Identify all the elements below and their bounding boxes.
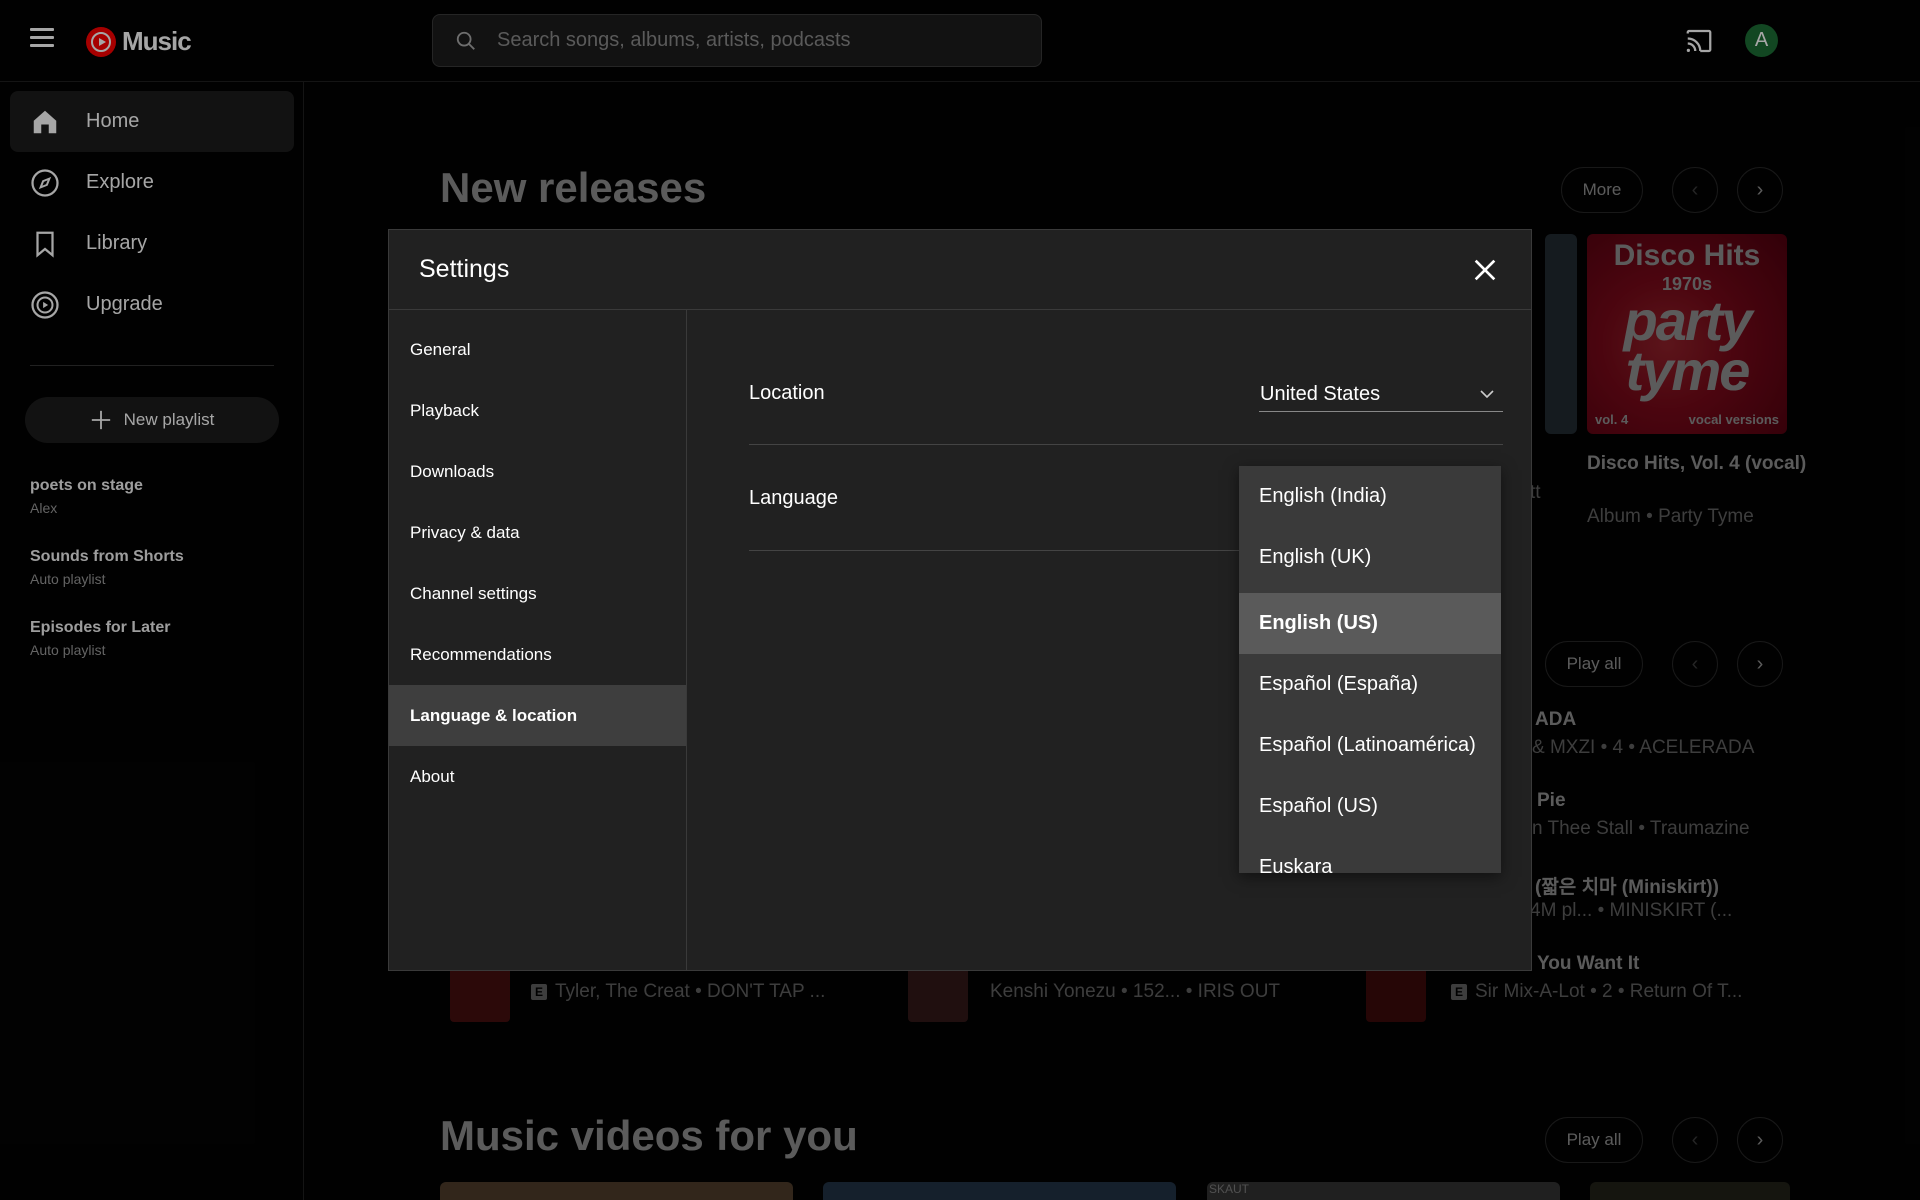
row-divider [749,444,1503,445]
settings-nav: General Playback Downloads Privacy & dat… [389,310,687,970]
language-dropdown[interactable]: English (India) English (UK) English (US… [1239,466,1501,873]
chevron-down-icon [1480,390,1494,399]
language-option[interactable]: Español (Latinoamérica) [1239,715,1501,776]
location-select[interactable]: United States [1259,378,1503,412]
settings-tab-recommendations[interactable]: Recommendations [389,624,686,685]
location-label: Location [749,382,825,404]
settings-tab-language-location[interactable]: Language & location [389,685,686,746]
dialog-title: Settings [419,255,510,283]
language-option[interactable]: Euskara [1239,837,1501,873]
settings-tab-privacy[interactable]: Privacy & data [389,502,686,563]
language-option[interactable]: English (UK) [1239,527,1501,588]
row-divider [749,550,1239,551]
language-option[interactable]: Español (España) [1239,654,1501,715]
settings-tab-about[interactable]: About [389,746,686,807]
settings-tab-downloads[interactable]: Downloads [389,441,686,502]
location-value: United States [1260,383,1381,405]
settings-tab-playback[interactable]: Playback [389,380,686,441]
language-option-selected[interactable]: English (US) [1239,593,1501,654]
settings-tab-general[interactable]: General [389,319,686,380]
close-icon[interactable] [1469,254,1501,286]
language-option[interactable]: Español (US) [1239,776,1501,837]
settings-tab-channel[interactable]: Channel settings [389,563,686,624]
app-root: Music A Home Explore Library Upgrade [0,0,1920,1200]
language-option[interactable]: English (India) [1239,466,1501,527]
dialog-header: Settings [389,230,1531,310]
language-label: Language [749,487,838,509]
